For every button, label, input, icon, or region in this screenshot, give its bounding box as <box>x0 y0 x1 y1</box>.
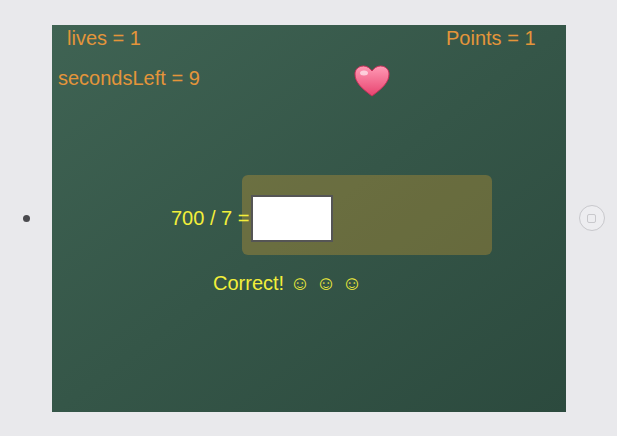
feedback-text: Correct! ☺ ☺ ☺ <box>213 271 362 295</box>
answer-input[interactable] <box>251 195 333 242</box>
points-label: Points = 1 <box>446 26 536 50</box>
lives-label: lives = 1 <box>67 26 141 50</box>
game-screen: lives = 1 Points = 1 secondsLeft = 9 700 / … <box>52 25 566 412</box>
camera-dot <box>23 215 30 222</box>
heart-icon <box>353 64 391 98</box>
seconds-left-label: secondsLeft = 9 <box>58 66 200 90</box>
tablet-frame: lives = 1 Points = 1 secondsLeft = 9 700 / … <box>0 0 617 436</box>
question-text: 700 / 7 = <box>171 206 249 230</box>
question-row: 700 / 7 = <box>171 195 333 242</box>
home-button[interactable] <box>579 205 605 231</box>
